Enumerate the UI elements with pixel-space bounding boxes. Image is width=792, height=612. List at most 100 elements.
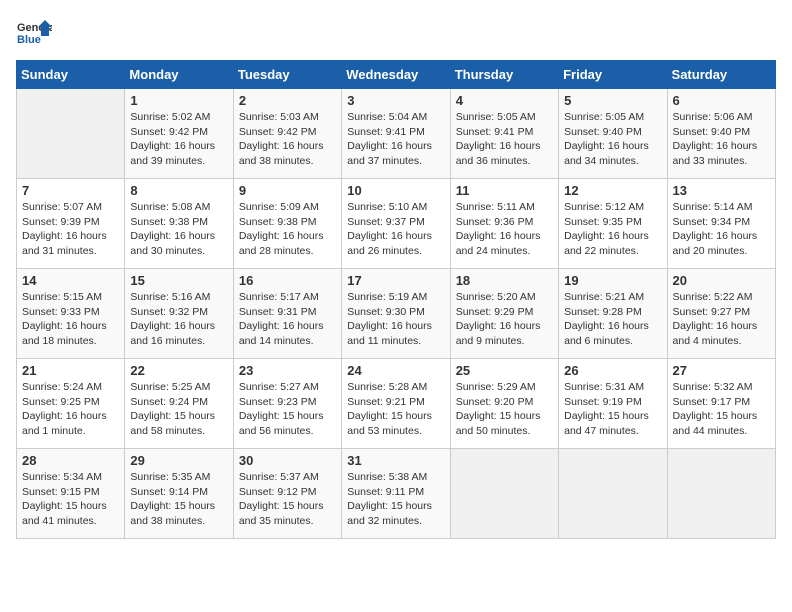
day-number: 29 xyxy=(130,453,227,468)
day-info: Sunrise: 5:03 AM Sunset: 9:42 PM Dayligh… xyxy=(239,110,336,169)
day-info: Sunrise: 5:12 AM Sunset: 9:35 PM Dayligh… xyxy=(564,200,661,259)
calendar-day-cell: 25Sunrise: 5:29 AM Sunset: 9:20 PM Dayli… xyxy=(450,359,558,449)
day-number: 18 xyxy=(456,273,553,288)
calendar-day-cell: 19 Sunrise: 5:21 AM Sunset: 9:28 PM Dayli… xyxy=(559,269,667,359)
day-info: Sunrise: 5:04 AM Sunset: 9:41 PM Dayligh… xyxy=(347,110,444,169)
day-of-week-header: Sunday xyxy=(17,61,125,89)
header-section: General Blue xyxy=(16,16,776,52)
calendar-day-cell: 17 Sunrise: 5:19 AM Sunset: 9:30 PM Dayli… xyxy=(342,269,450,359)
day-of-week-header: Friday xyxy=(559,61,667,89)
day-number: 17 xyxy=(347,273,444,288)
day-info: Sunrise: 5:09 AM Sunset: 9:38 PM Dayligh… xyxy=(239,200,336,259)
calendar-week-row: 7 Sunrise: 5:07 AM Sunset: 9:39 PM Daylig… xyxy=(17,179,776,269)
day-info: Sunrise: 5:08 AM Sunset: 9:38 PM Dayligh… xyxy=(130,200,227,259)
calendar-day-cell: 11Sunrise: 5:11 AM Sunset: 9:36 PM Dayli… xyxy=(450,179,558,269)
calendar-day-cell xyxy=(17,89,125,179)
day-info: Sunrise: 5:05 AM Sunset: 9:40 PM Dayligh… xyxy=(564,110,661,169)
day-number: 21 xyxy=(22,363,119,378)
day-info: Sunrise: 5:20 AM Sunset: 9:29 PM Dayligh… xyxy=(456,290,553,349)
day-number: 22 xyxy=(130,363,227,378)
day-number: 24 xyxy=(347,363,444,378)
day-number: 27 xyxy=(673,363,770,378)
calendar-day-cell: 5 Sunrise: 5:05 AM Sunset: 9:40 PM Daylig… xyxy=(559,89,667,179)
day-number: 12 xyxy=(564,183,661,198)
calendar-week-row: 14 Sunrise: 5:15 AM Sunset: 9:33 PM Dayli… xyxy=(17,269,776,359)
day-of-week-header: Monday xyxy=(125,61,233,89)
calendar-day-cell: 7 Sunrise: 5:07 AM Sunset: 9:39 PM Daylig… xyxy=(17,179,125,269)
day-info: Sunrise: 5:07 AM Sunset: 9:39 PM Dayligh… xyxy=(22,200,119,259)
calendar-day-cell xyxy=(667,449,775,539)
day-number: 2 xyxy=(239,93,336,108)
calendar-day-cell: 26 Sunrise: 5:31 AM Sunset: 9:19 PM Dayli… xyxy=(559,359,667,449)
day-number: 20 xyxy=(673,273,770,288)
calendar-day-cell: 10 Sunrise: 5:10 AM Sunset: 9:37 PM Dayli… xyxy=(342,179,450,269)
day-number: 4 xyxy=(456,93,553,108)
calendar-day-cell: 2 Sunrise: 5:03 AM Sunset: 9:42 PM Daylig… xyxy=(233,89,341,179)
day-of-week-header: Tuesday xyxy=(233,61,341,89)
day-number: 9 xyxy=(239,183,336,198)
calendar-day-cell: 14 Sunrise: 5:15 AM Sunset: 9:33 PM Dayli… xyxy=(17,269,125,359)
day-number: 14 xyxy=(22,273,119,288)
day-number: 19 xyxy=(564,273,661,288)
day-number: 6 xyxy=(673,93,770,108)
day-number: 13 xyxy=(673,183,770,198)
day-info: Sunrise: 5:34 AM Sunset: 9:15 PM Dayligh… xyxy=(22,470,119,529)
calendar-day-cell: 24 Sunrise: 5:28 AM Sunset: 9:21 PM Dayli… xyxy=(342,359,450,449)
calendar-day-cell xyxy=(450,449,558,539)
calendar-day-cell: 29 Sunrise: 5:35 AM Sunset: 9:14 PM Dayli… xyxy=(125,449,233,539)
calendar-day-cell: 6 Sunrise: 5:06 AM Sunset: 9:40 PM Daylig… xyxy=(667,89,775,179)
day-info: Sunrise: 5:37 AM Sunset: 9:12 PM Dayligh… xyxy=(239,470,336,529)
calendar-day-cell: 12 Sunrise: 5:12 AM Sunset: 9:35 PM Dayli… xyxy=(559,179,667,269)
calendar-day-cell: 3Sunrise: 5:04 AM Sunset: 9:41 PM Daylig… xyxy=(342,89,450,179)
logo: General Blue xyxy=(16,16,52,52)
day-number: 1 xyxy=(130,93,227,108)
day-number: 15 xyxy=(130,273,227,288)
day-info: Sunrise: 5:15 AM Sunset: 9:33 PM Dayligh… xyxy=(22,290,119,349)
day-info: Sunrise: 5:32 AM Sunset: 9:17 PM Dayligh… xyxy=(673,380,770,439)
day-number: 30 xyxy=(239,453,336,468)
day-of-week-header: Wednesday xyxy=(342,61,450,89)
calendar-day-cell: 22Sunrise: 5:25 AM Sunset: 9:24 PM Dayli… xyxy=(125,359,233,449)
calendar-day-cell: 30 Sunrise: 5:37 AM Sunset: 9:12 PM Dayli… xyxy=(233,449,341,539)
calendar-day-cell: 20 Sunrise: 5:22 AM Sunset: 9:27 PM Dayli… xyxy=(667,269,775,359)
day-number: 7 xyxy=(22,183,119,198)
calendar-day-cell: 9 Sunrise: 5:09 AM Sunset: 9:38 PM Daylig… xyxy=(233,179,341,269)
calendar-day-cell: 28 Sunrise: 5:34 AM Sunset: 9:15 PM Dayli… xyxy=(17,449,125,539)
day-info: Sunrise: 5:14 AM Sunset: 9:34 PM Dayligh… xyxy=(673,200,770,259)
calendar-week-row: 1Sunrise: 5:02 AM Sunset: 9:42 PM Daylig… xyxy=(17,89,776,179)
day-info: Sunrise: 5:29 AM Sunset: 9:20 PM Dayligh… xyxy=(456,380,553,439)
day-number: 31 xyxy=(347,453,444,468)
calendar-day-cell: 1Sunrise: 5:02 AM Sunset: 9:42 PM Daylig… xyxy=(125,89,233,179)
calendar-header-row: SundayMondayTuesdayWednesdayThursdayFrid… xyxy=(17,61,776,89)
day-info: Sunrise: 5:24 AM Sunset: 9:25 PM Dayligh… xyxy=(22,380,119,439)
day-of-week-header: Thursday xyxy=(450,61,558,89)
calendar-week-row: 21 Sunrise: 5:24 AM Sunset: 9:25 PM Dayli… xyxy=(17,359,776,449)
day-info: Sunrise: 5:10 AM Sunset: 9:37 PM Dayligh… xyxy=(347,200,444,259)
day-info: Sunrise: 5:28 AM Sunset: 9:21 PM Dayligh… xyxy=(347,380,444,439)
logo-svg: General Blue xyxy=(16,16,52,52)
day-info: Sunrise: 5:19 AM Sunset: 9:30 PM Dayligh… xyxy=(347,290,444,349)
calendar-day-cell: 31Sunrise: 5:38 AM Sunset: 9:11 PM Dayli… xyxy=(342,449,450,539)
day-number: 28 xyxy=(22,453,119,468)
calendar-day-cell: 4 Sunrise: 5:05 AM Sunset: 9:41 PM Daylig… xyxy=(450,89,558,179)
day-number: 10 xyxy=(347,183,444,198)
day-info: Sunrise: 5:16 AM Sunset: 9:32 PM Dayligh… xyxy=(130,290,227,349)
day-number: 8 xyxy=(130,183,227,198)
day-info: Sunrise: 5:31 AM Sunset: 9:19 PM Dayligh… xyxy=(564,380,661,439)
day-number: 26 xyxy=(564,363,661,378)
day-info: Sunrise: 5:17 AM Sunset: 9:31 PM Dayligh… xyxy=(239,290,336,349)
day-info: Sunrise: 5:05 AM Sunset: 9:41 PM Dayligh… xyxy=(456,110,553,169)
day-info: Sunrise: 5:27 AM Sunset: 9:23 PM Dayligh… xyxy=(239,380,336,439)
svg-text:Blue: Blue xyxy=(17,34,41,46)
day-info: Sunrise: 5:06 AM Sunset: 9:40 PM Dayligh… xyxy=(673,110,770,169)
calendar-day-cell: 18 Sunrise: 5:20 AM Sunset: 9:29 PM Dayli… xyxy=(450,269,558,359)
calendar-week-row: 28 Sunrise: 5:34 AM Sunset: 9:15 PM Dayli… xyxy=(17,449,776,539)
calendar-day-cell: 21 Sunrise: 5:24 AM Sunset: 9:25 PM Dayli… xyxy=(17,359,125,449)
calendar-day-cell: 15 Sunrise: 5:16 AM Sunset: 9:32 PM Dayli… xyxy=(125,269,233,359)
calendar-day-cell: 27 Sunrise: 5:32 AM Sunset: 9:17 PM Dayli… xyxy=(667,359,775,449)
calendar-day-cell: 13 Sunrise: 5:14 AM Sunset: 9:34 PM Dayli… xyxy=(667,179,775,269)
day-info: Sunrise: 5:35 AM Sunset: 9:14 PM Dayligh… xyxy=(130,470,227,529)
day-info: Sunrise: 5:22 AM Sunset: 9:27 PM Dayligh… xyxy=(673,290,770,349)
day-number: 5 xyxy=(564,93,661,108)
day-info: Sunrise: 5:21 AM Sunset: 9:28 PM Dayligh… xyxy=(564,290,661,349)
